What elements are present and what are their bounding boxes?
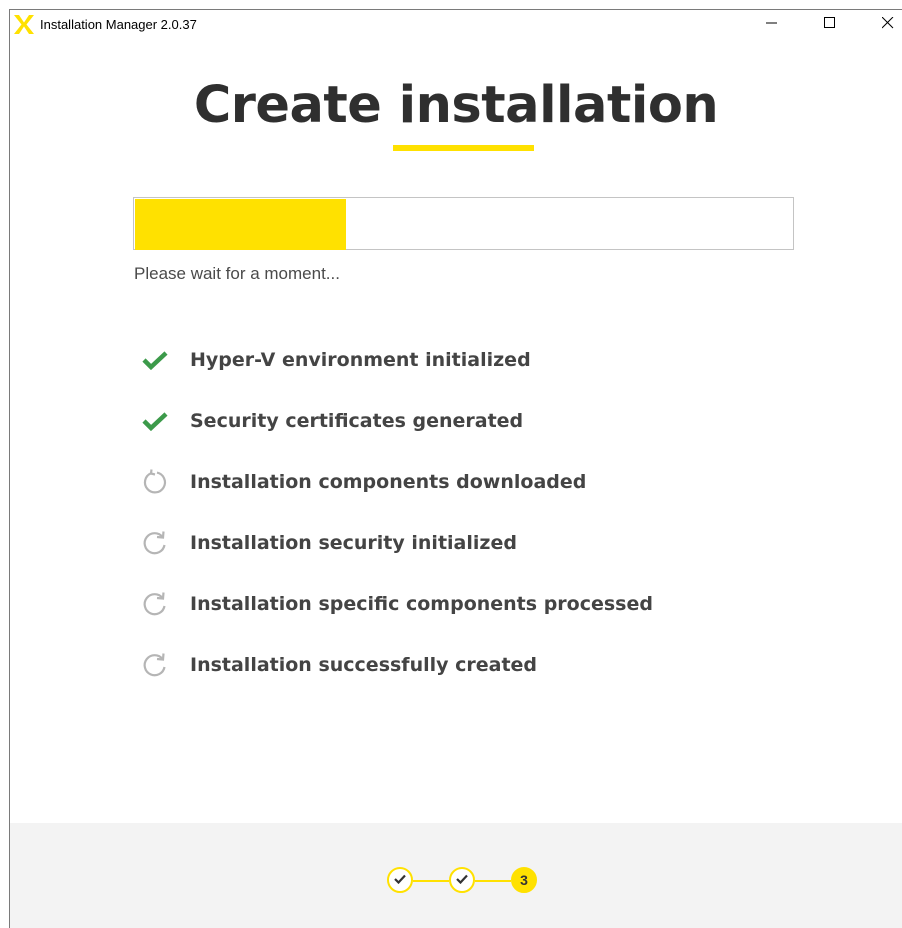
wizard-step-done	[449, 867, 475, 893]
step-item: Installation successfully created	[140, 645, 740, 685]
wizard-step-done	[387, 867, 413, 893]
step-item: Installation components downloaded	[140, 462, 740, 502]
status-text: Please wait for a moment...	[134, 264, 340, 283]
step-item: Installation security initialized	[140, 523, 740, 563]
refresh-icon	[140, 650, 170, 680]
check-icon	[456, 871, 468, 889]
maximize-icon	[824, 16, 836, 34]
progress-bar	[133, 197, 794, 250]
step-label: Hyper-V environment initialized	[190, 349, 531, 371]
page-title: Create installation	[193, 76, 719, 135]
wizard-progress: 3	[387, 865, 543, 897]
maximize-button[interactable]	[807, 10, 853, 40]
wizard-step-current: 3	[511, 867, 537, 893]
check-icon	[394, 871, 406, 889]
close-icon	[881, 16, 894, 34]
wizard-connector	[413, 880, 449, 882]
step-label: Installation security initialized	[190, 532, 517, 554]
step-label: Installation components downloaded	[190, 471, 587, 493]
title-bar: Installation Manager 2.0.37	[10, 10, 902, 40]
step-label: Installation successfully created	[190, 654, 538, 676]
app-logo-icon	[14, 15, 34, 34]
minimize-icon	[766, 16, 778, 34]
refresh-icon	[140, 528, 170, 558]
title-underline	[393, 145, 534, 151]
minimize-button[interactable]	[749, 10, 795, 40]
step-item: Installation specific components process…	[140, 584, 740, 624]
step-item: Security certificates generated	[140, 401, 740, 441]
step-item: Hyper-V environment initialized	[140, 340, 740, 380]
step-label: Security certificates generated	[190, 410, 524, 432]
spinner-icon	[140, 467, 170, 497]
check-icon	[140, 345, 170, 375]
wizard-connector	[475, 880, 511, 882]
refresh-icon	[140, 589, 170, 619]
check-icon	[140, 406, 170, 436]
wizard-step-number: 3	[520, 872, 528, 888]
window-title: Installation Manager 2.0.37	[40, 17, 197, 32]
close-button[interactable]	[865, 10, 902, 40]
step-label: Installation specific components process…	[190, 593, 653, 615]
progress-bar-fill	[135, 199, 346, 250]
installer-window: Installation Manager 2.0.37 Create insta…	[9, 9, 902, 928]
